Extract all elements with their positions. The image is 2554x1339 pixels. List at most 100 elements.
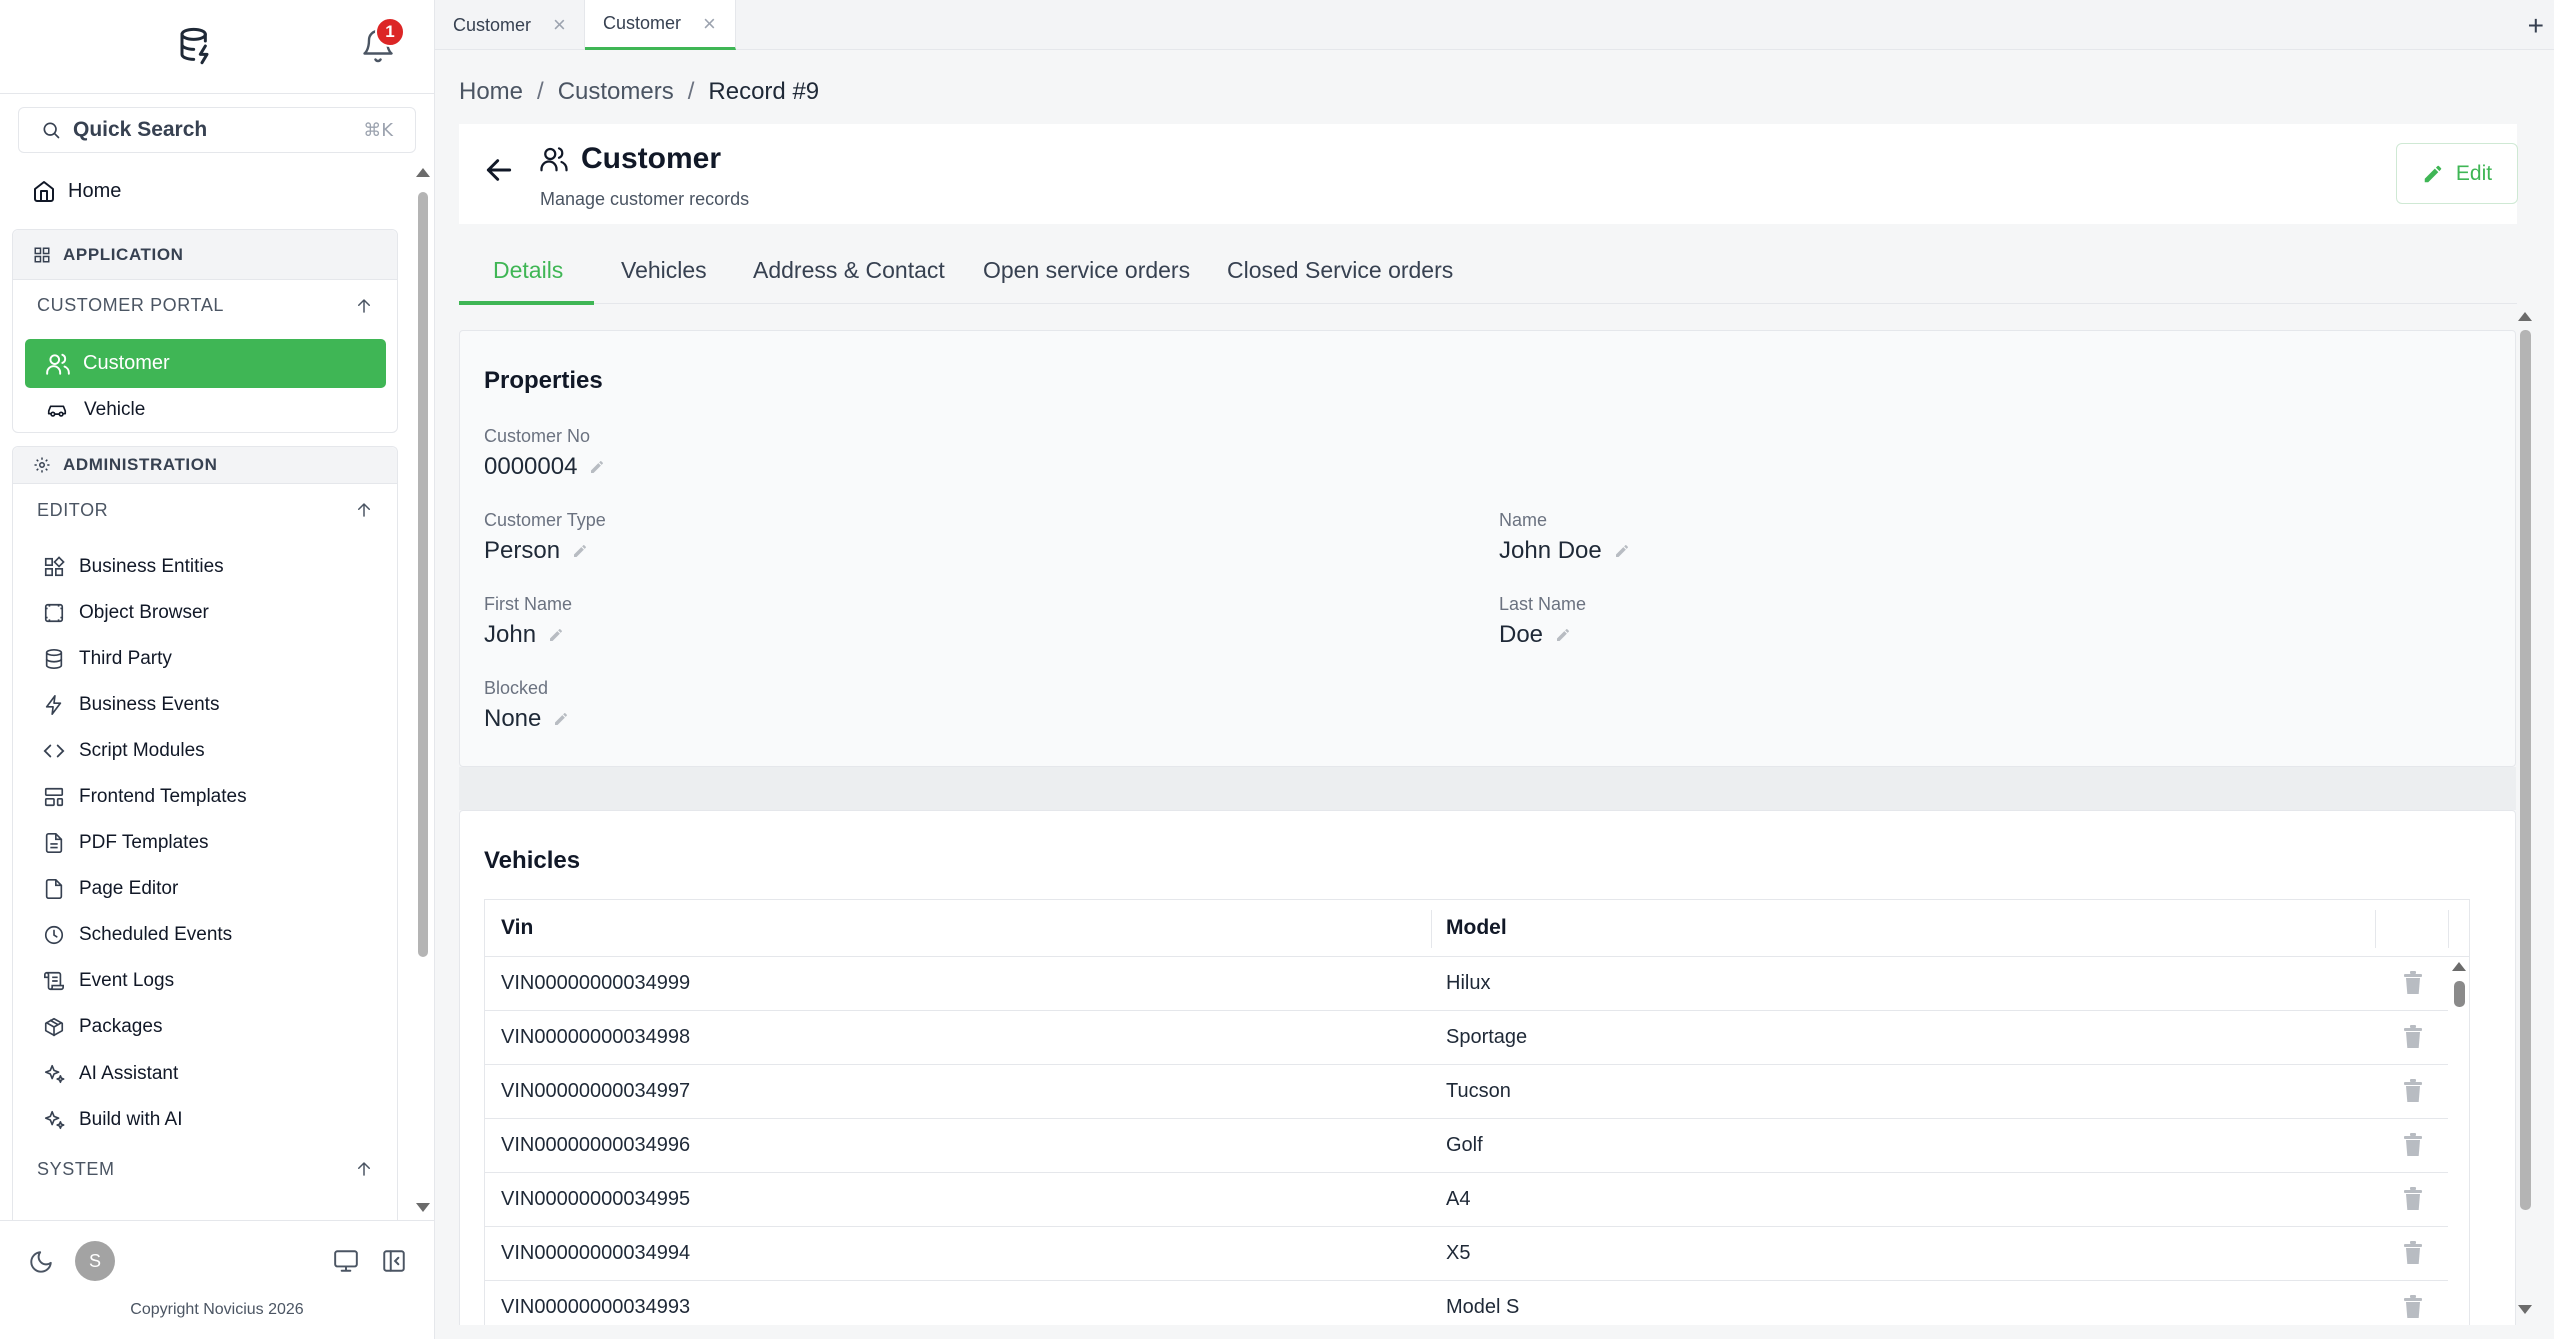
scroll-up-arrow[interactable] [2452, 962, 2466, 971]
sidebar-item-business-events[interactable]: Business Events [43, 690, 219, 720]
close-icon[interactable]: × [553, 12, 566, 38]
clock-icon [44, 925, 64, 945]
sidebar-item-page-editor[interactable]: Page Editor [43, 874, 178, 904]
sidebar-item-event-logs[interactable]: Event Logs [43, 966, 174, 996]
administration-group-header[interactable]: ADMINISTRATION [13, 447, 397, 484]
sidebar: 1 Quick Search ⌘K Home APPLICATION CUSTO… [0, 0, 435, 1339]
vin-cell: VIN00000000034997 [501, 1080, 691, 1102]
blocked-field[interactable]: None [484, 705, 569, 733]
lightning-icon [45, 695, 62, 715]
scroll-down-arrow[interactable] [416, 1203, 430, 1212]
business-entities-icon [44, 556, 65, 577]
pencil-icon[interactable] [1614, 543, 1630, 559]
edit-button[interactable]: Edit [2396, 143, 2518, 204]
scroll-up-arrow[interactable] [2518, 312, 2532, 321]
pencil-icon[interactable] [572, 543, 588, 559]
tab-customer-1[interactable]: Customer × [435, 0, 585, 50]
customer-type-field[interactable]: Person [484, 537, 588, 565]
tab-address-contact[interactable]: Address & Contact [753, 257, 945, 284]
scroll-up-arrow[interactable] [416, 168, 430, 177]
properties-title: Properties [484, 367, 603, 394]
editor-section[interactable]: EDITOR [37, 500, 108, 521]
table-row[interactable]: VIN00000000034996 Golf [485, 1119, 2448, 1173]
tab-vehicles[interactable]: Vehicles [621, 257, 707, 284]
pencil-icon[interactable] [1555, 627, 1571, 643]
table-row[interactable]: VIN00000000034993 Model S [485, 1281, 2448, 1325]
collapse-arrow-icon[interactable] [355, 296, 373, 316]
name-field[interactable]: John Doe [1499, 537, 1630, 565]
tab-open-service-orders[interactable]: Open service orders [983, 257, 1190, 284]
back-arrow-icon[interactable] [483, 154, 515, 186]
table-row[interactable]: VIN00000000034997 Tucson [485, 1065, 2448, 1119]
tab-customer-2[interactable]: Customer × [585, 0, 736, 50]
scrollbar-thumb[interactable] [418, 192, 428, 957]
model-cell: A4 [1446, 1188, 1471, 1210]
sidebar-item-third-party[interactable]: Third Party [43, 644, 172, 674]
sidebar-item-frontend-templates[interactable]: Frontend Templates [43, 782, 247, 812]
table-row[interactable]: VIN00000000034998 Sportage [485, 1011, 2448, 1065]
column-divider[interactable] [2448, 910, 2449, 948]
panel-collapse-icon[interactable] [381, 1248, 407, 1274]
sidebar-item-packages[interactable]: Packages [43, 1012, 162, 1042]
add-tab-icon[interactable]: + [2528, 10, 2544, 42]
sidebar-item-customer[interactable]: Customer [25, 339, 386, 388]
column-header-vin[interactable]: Vin [501, 916, 533, 940]
scrollbar-thumb[interactable] [2520, 330, 2531, 1210]
table-row[interactable]: VIN00000000034995 A4 [485, 1173, 2448, 1227]
table-row[interactable]: VIN00000000034999 Hilux [485, 957, 2448, 1011]
monitor-icon[interactable] [332, 1248, 360, 1274]
sidebar-item-pdf-templates[interactable]: PDF Templates [43, 828, 209, 858]
column-divider[interactable] [2375, 910, 2376, 948]
sidebar-item-script-modules[interactable]: Script Modules [43, 736, 205, 766]
sidebar-item-scheduled-events[interactable]: Scheduled Events [43, 920, 232, 950]
trash-icon[interactable] [2403, 1295, 2423, 1319]
customer-portal-section[interactable]: CUSTOMER PORTAL [37, 295, 224, 316]
sidebar-item-ai-assistant[interactable]: AI Assistant [43, 1059, 178, 1089]
grid-icon [34, 247, 50, 262]
sidebar-item-label: Home [68, 179, 122, 202]
collapse-arrow-icon[interactable] [355, 500, 373, 520]
application-group-header[interactable]: APPLICATION [13, 230, 397, 280]
column-divider[interactable] [1431, 910, 1432, 948]
active-tab-indicator [459, 301, 594, 305]
scroll-down-arrow[interactable] [2518, 1305, 2532, 1314]
trash-icon[interactable] [2403, 1133, 2423, 1157]
first-name-field[interactable]: John [484, 621, 564, 649]
sidebar-item-home[interactable]: Home [32, 178, 121, 204]
trash-icon[interactable] [2403, 1025, 2423, 1049]
system-section[interactable]: SYSTEM [37, 1159, 115, 1180]
editor-label: EDITOR [37, 500, 109, 520]
trash-icon[interactable] [2403, 971, 2423, 995]
main-scrollbar[interactable] [2517, 305, 2533, 1325]
database-logo-icon[interactable] [177, 26, 217, 66]
sidebar-item-business-entities[interactable]: Business Entities [43, 552, 224, 582]
vin-cell: VIN00000000034994 [501, 1242, 691, 1264]
breadcrumb-home[interactable]: Home [459, 78, 523, 106]
breadcrumb-customers[interactable]: Customers [558, 78, 674, 106]
moon-icon[interactable] [28, 1249, 54, 1275]
pencil-icon[interactable] [589, 459, 605, 475]
sidebar-item-vehicle[interactable]: Vehicle [44, 395, 145, 425]
tab-closed-service-orders[interactable]: Closed Service orders [1227, 257, 1453, 284]
pencil-icon[interactable] [553, 711, 569, 727]
collapse-arrow-icon[interactable] [355, 1159, 373, 1179]
customer-no-field[interactable]: 0000004 [484, 453, 605, 481]
sidebar-item-object-browser[interactable]: Object Browser [43, 598, 209, 628]
close-icon[interactable]: × [703, 11, 716, 37]
table-row[interactable]: VIN00000000034994 X5 [485, 1227, 2448, 1281]
quick-search-input[interactable]: Quick Search ⌘K [18, 107, 416, 153]
sidebar-item-build-with-ai[interactable]: Build with AI [43, 1105, 183, 1135]
avatar[interactable]: S [75, 1241, 115, 1281]
trash-icon[interactable] [2403, 1187, 2423, 1211]
last-name-field[interactable]: Doe [1499, 621, 1571, 649]
pencil-icon[interactable] [548, 627, 564, 643]
tab-details[interactable]: Details [493, 257, 563, 284]
sidebar-item-label: Page Editor [79, 878, 179, 899]
table-scrollbar[interactable] [2448, 957, 2469, 1325]
trash-icon[interactable] [2403, 1079, 2423, 1103]
column-header-model[interactable]: Model [1446, 916, 1507, 940]
sidebar-scrollbar[interactable] [416, 168, 430, 1213]
scrollbar-thumb[interactable] [2454, 981, 2465, 1007]
trash-icon[interactable] [2403, 1241, 2423, 1265]
page-title-text: Customer [581, 142, 722, 175]
